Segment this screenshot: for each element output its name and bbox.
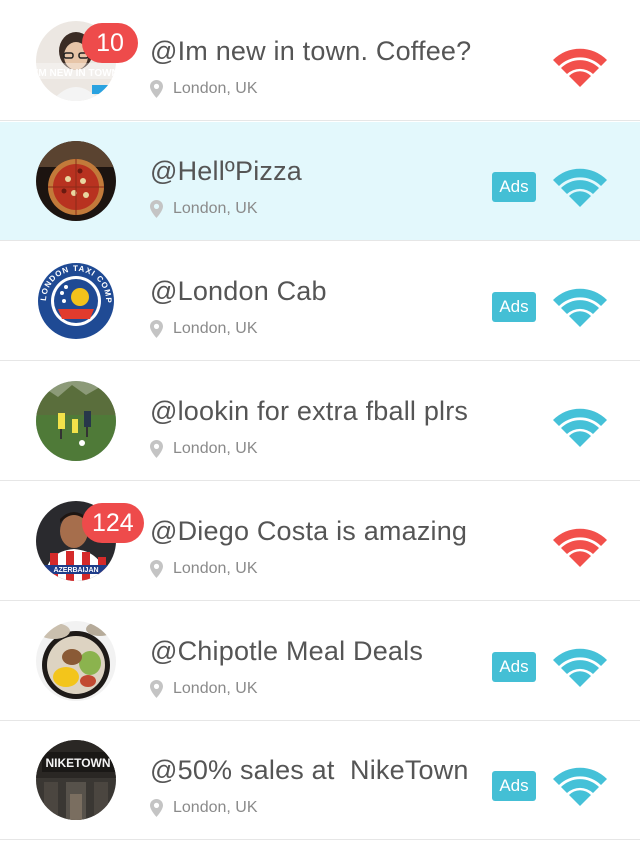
item-title: @Im new in town. Coffee? [150, 36, 472, 66]
location: London, UK [150, 319, 258, 339]
location-label: London, UK [173, 440, 258, 457]
ads-badge: Ads [492, 292, 536, 322]
avatar-text: I'M NEW IN TOWN [36, 68, 116, 79]
location: London, UK [150, 439, 258, 459]
location-label: London, UK [173, 200, 258, 217]
location: London, UK [150, 199, 258, 219]
ads-badge: Ads [492, 652, 536, 682]
location: London, UK [150, 559, 258, 579]
ads-badge: Ads [492, 172, 536, 202]
list-item[interactable]: @HellºPizza London, UK Ads [0, 122, 640, 241]
location-pin-icon [150, 799, 163, 817]
chat-list: I'M NEW IN TOWN 10 @Im new in town. Coff… [0, 0, 640, 842]
blue-wifi-icon [550, 762, 610, 806]
unread-badge: 124 [82, 503, 144, 543]
blue-wifi-icon [550, 643, 610, 687]
location-pin-icon [150, 560, 163, 578]
location-label: London, UK [173, 80, 258, 97]
avatar [36, 621, 116, 701]
list-item[interactable]: @Chipotle Meal Deals London, UK Ads [0, 602, 640, 721]
unread-badge: 10 [82, 23, 138, 63]
avatar [36, 381, 116, 461]
avatar: NIKETOWN [36, 740, 116, 820]
location-pin-icon [150, 680, 163, 698]
location: London, UK [150, 798, 258, 818]
list-item[interactable]: THE LONDON TAXI COMPANY @London Cab Lond… [0, 242, 640, 361]
location-pin-icon [150, 440, 163, 458]
item-title: @London Cab [150, 276, 327, 306]
item-title: @Chipotle Meal Deals [150, 636, 424, 666]
location-label: London, UK [173, 560, 258, 577]
avatar-text: AZERBAIJAN [53, 567, 98, 574]
avatar [36, 141, 116, 221]
list-item[interactable]: @lookin for extra fball plrs London, UK [0, 362, 640, 481]
list-item[interactable]: I'M NEW IN TOWN 10 @Im new in town. Coff… [0, 2, 640, 121]
blue-wifi-icon [550, 403, 610, 447]
blue-wifi-icon [550, 283, 610, 327]
location-pin-icon [150, 320, 163, 338]
avatar: THE LONDON TAXI COMPANY [36, 261, 116, 341]
item-title: @50% sales at NikeTown [150, 755, 469, 785]
location-pin-icon [150, 80, 163, 98]
location: London, UK [150, 679, 258, 699]
location-label: London, UK [173, 799, 258, 816]
item-title: @Diego Costa is amazing [150, 516, 468, 546]
list-item[interactable]: NIKETOWN @50% sales at NikeTown London, … [0, 721, 640, 840]
location: London, UK [150, 79, 258, 99]
blue-wifi-icon [550, 163, 610, 207]
location-label: London, UK [173, 680, 258, 697]
location-label: London, UK [173, 320, 258, 337]
ads-badge: Ads [492, 771, 536, 801]
location-pin-icon [150, 200, 163, 218]
list-item[interactable]: AZERBAIJAN 124 @Diego Costa is amazing L… [0, 482, 640, 601]
item-title: @lookin for extra fball plrs [150, 396, 469, 426]
red-wifi-icon [550, 43, 610, 87]
red-wifi-icon [550, 523, 610, 567]
item-title: @HellºPizza [150, 156, 303, 186]
avatar-text: NIKETOWN [45, 756, 110, 770]
